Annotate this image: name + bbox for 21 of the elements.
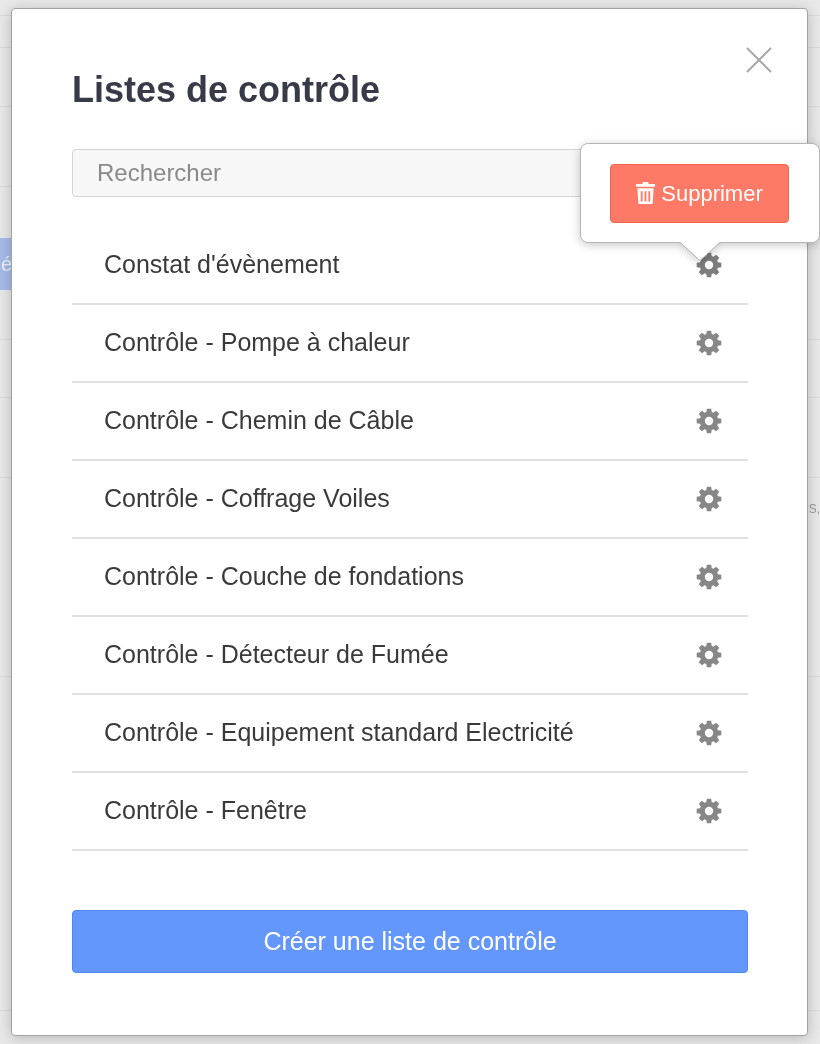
close-icon[interactable] (746, 47, 772, 73)
gear-icon[interactable] (696, 798, 722, 824)
trash-icon (636, 182, 656, 205)
gear-icon[interactable] (696, 252, 722, 278)
gear-icon[interactable] (696, 330, 722, 356)
gear-icon[interactable] (696, 642, 722, 668)
checklist-name[interactable]: Contrôle - Couche de fondations (104, 558, 464, 596)
background-text: S, (808, 502, 820, 516)
gear-icon[interactable] (696, 564, 722, 590)
checklist-name[interactable]: Contrôle - Equipement standard Electricité (104, 714, 574, 752)
checklist-name[interactable]: Contrôle - Fenêtre (104, 792, 307, 830)
gear-icon[interactable] (696, 408, 722, 434)
checklist-name[interactable]: Contrôle - Chemin de Câble (104, 402, 414, 440)
dialog-title: Listes de contrôle (72, 69, 381, 111)
checklist-name[interactable]: Constat d'évènement (104, 246, 340, 284)
gear-icon[interactable] (696, 486, 722, 512)
checklist-name[interactable]: Contrôle - Pompe à chaleur (104, 324, 410, 362)
highlighted-tag: é (0, 238, 12, 290)
checklist-name[interactable]: Contrôle - Coffrage Voiles (104, 480, 390, 518)
checklist-name[interactable]: Contrôle - Détecteur de Fumée (104, 636, 449, 674)
gear-icon[interactable] (696, 720, 722, 746)
